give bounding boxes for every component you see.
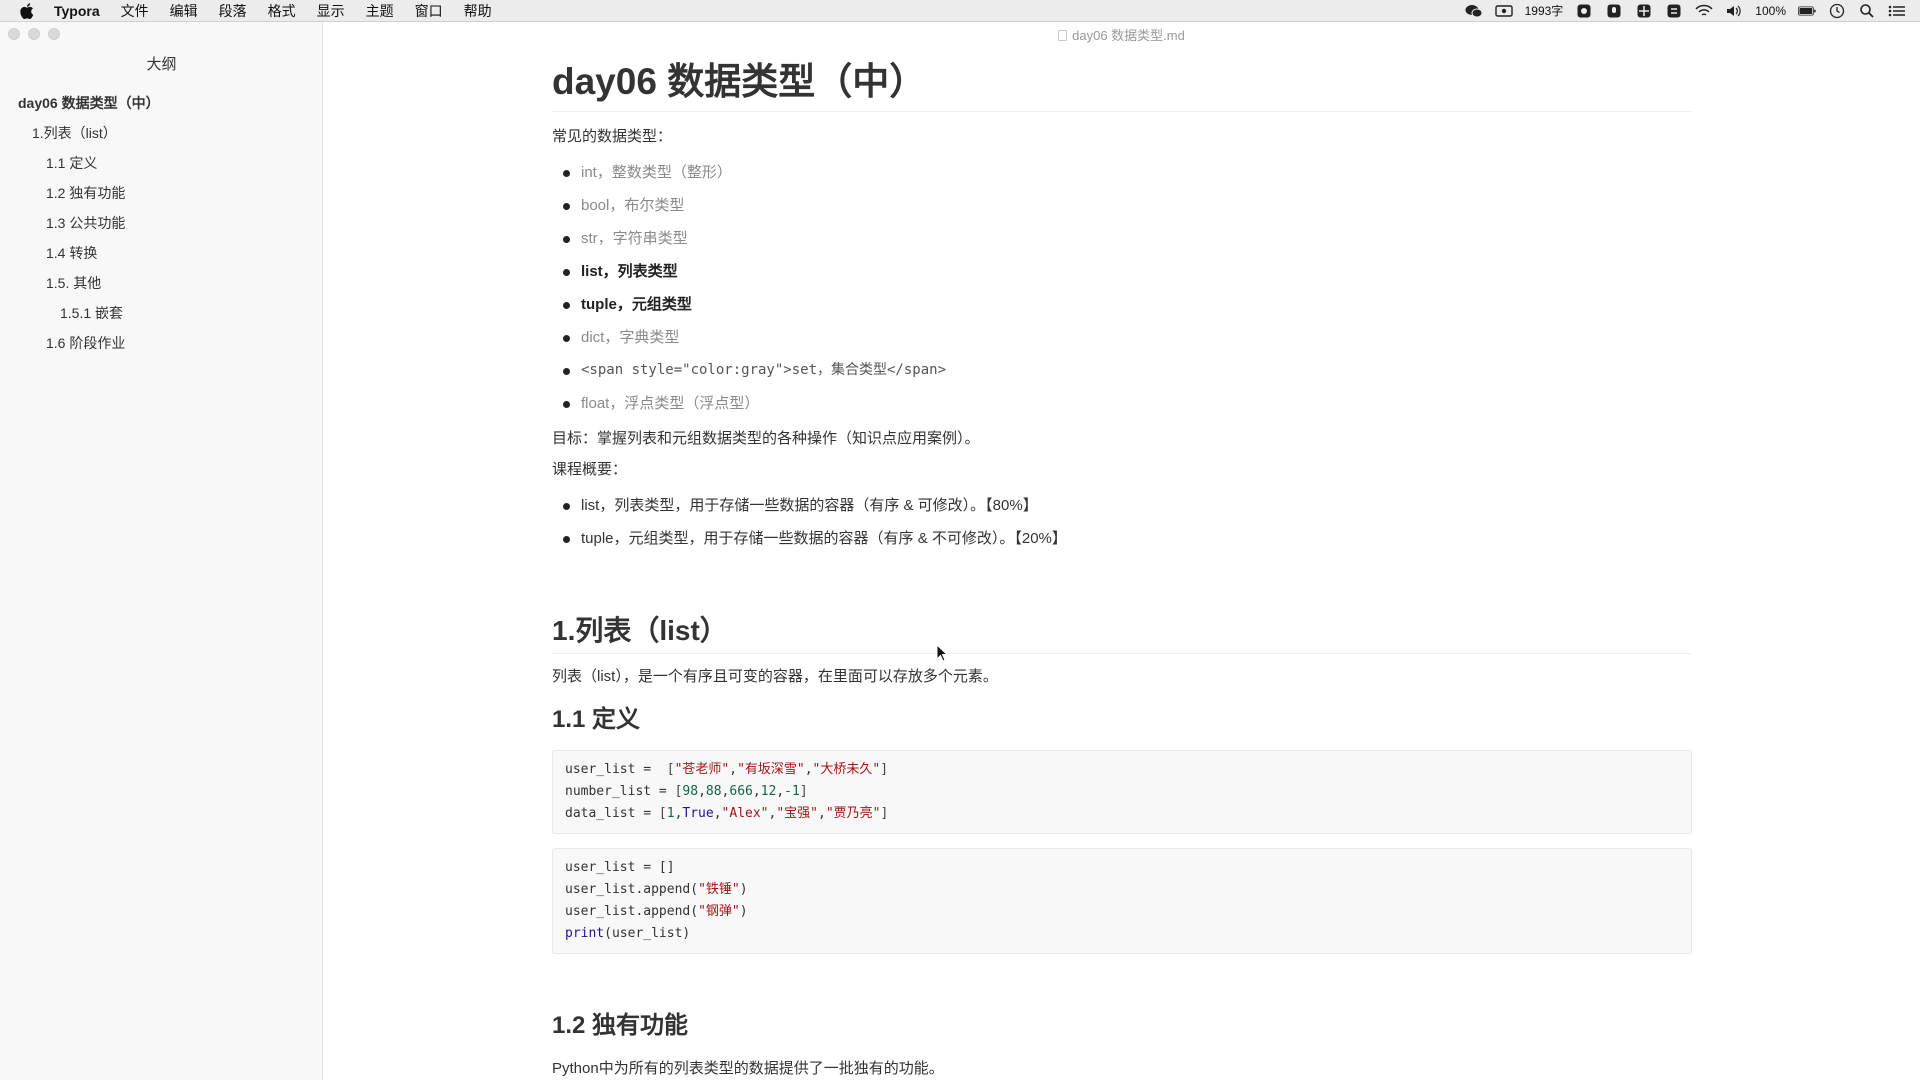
minimize-window-button[interactable] — [28, 28, 40, 40]
menu-edit[interactable]: 编辑 — [170, 1, 198, 21]
list-item[interactable]: list，列表类型 — [552, 255, 1692, 288]
outline-item-nesting[interactable]: 1.5.1 嵌套 — [0, 298, 323, 328]
outline-list: day06 数据类型（中） 1.列表（list） 1.1 定义 1.2 独有功能… — [0, 88, 323, 358]
subsection-heading-unique-functions[interactable]: 1.2 独有功能 — [552, 1006, 1692, 1046]
overview-list: list，列表类型，用于存储一些数据的容器（有序 & 可修改）。【80%】 tu… — [552, 489, 1692, 555]
outline-item-common-functions[interactable]: 1.3 公共功能 — [0, 208, 323, 238]
list-item[interactable]: list，列表类型，用于存储一些数据的容器（有序 & 可修改）。【80%】 — [552, 489, 1692, 522]
wechat-icon[interactable] — [1465, 4, 1483, 18]
close-window-button[interactable] — [8, 28, 20, 40]
document-icon — [1058, 30, 1068, 41]
intro-text[interactable]: 常见的数据类型： — [552, 124, 1692, 150]
volume-icon[interactable] — [1725, 4, 1743, 18]
list-item[interactable]: bool，布尔类型 — [552, 189, 1692, 222]
section-description[interactable]: 列表（list），是一个有序且可变的容器，在里面可以存放多个元素。 — [552, 664, 1692, 690]
list-item[interactable]: dict，字典类型 — [552, 321, 1692, 354]
clock-icon[interactable] — [1828, 3, 1846, 18]
outline-item-homework[interactable]: 1.6 阶段作业 — [0, 328, 323, 358]
code-line: user_list.append("钢弹") — [565, 904, 748, 919]
code-block[interactable]: user_list = [] user_list.append("铁锤")user… — [552, 848, 1692, 954]
app-tray-icon[interactable] — [1575, 4, 1593, 18]
menu-view[interactable]: 显示 — [317, 1, 345, 21]
outline-item-other[interactable]: 1.5. 其他 — [0, 268, 323, 298]
list-item[interactable]: float，浮点类型（浮点型） — [552, 387, 1692, 420]
types-list: int，整数类型（整形） bool，布尔类型 str，字符串类型 list，列表… — [552, 156, 1692, 420]
menu-window[interactable]: 窗口 — [415, 1, 443, 21]
microphone-icon[interactable] — [1605, 4, 1623, 18]
apple-menu-icon[interactable] — [18, 2, 36, 20]
wifi-icon[interactable] — [1695, 4, 1713, 18]
outline-item-unique-functions[interactable]: 1.2 独有功能 — [0, 178, 323, 208]
code-line: user_list = [] — [565, 860, 675, 875]
outline-item-title[interactable]: day06 数据类型（中） — [0, 88, 323, 118]
outline-item-definition[interactable]: 1.1 定义 — [0, 148, 323, 178]
menu-theme[interactable]: 主题 — [366, 1, 394, 21]
code-line: user_list = ["苍老师","有坂深雪","大桥未久"] — [565, 762, 889, 777]
outline-item-list[interactable]: 1.列表（list） — [0, 118, 323, 148]
mouse-pointer-icon — [936, 643, 949, 667]
word-count[interactable]: 1993字 — [1525, 2, 1564, 19]
sidebar-title: 大纲 — [146, 56, 177, 73]
status-tray: 1993字 100% — [1465, 2, 1920, 19]
menu-file[interactable]: 文件 — [121, 1, 149, 21]
menu-app-typora[interactable]: Typora — [54, 3, 100, 19]
code-line: number_list = [98,88,666,12,-1] — [565, 784, 808, 799]
code-line: user_list.append("铁锤") — [565, 882, 748, 897]
grid-icon[interactable] — [1635, 4, 1653, 18]
menu-bar: Typora 文件 编辑 段落 格式 显示 主题 窗口 帮助 1993字 100… — [0, 0, 1920, 22]
battery-percent: 100% — [1755, 3, 1786, 18]
code-line: data_list = [1,True,"Alex","宝强","贾乃亮"] — [565, 806, 889, 821]
window-title: day06 数据类型.md — [323, 25, 1920, 44]
goal-text[interactable]: 目标：掌握列表和元组数据类型的各种操作（知识点应用案例）。 — [552, 426, 1692, 452]
zoom-window-button[interactable] — [48, 28, 60, 40]
document-heading[interactable]: day06 数据类型（中） — [552, 55, 1692, 112]
window-title-text: day06 数据类型.md — [1072, 28, 1185, 43]
section-heading-list[interactable]: 1.列表（list） — [552, 609, 1692, 654]
menu-help[interactable]: 帮助 — [464, 1, 492, 21]
battery-icon[interactable] — [1798, 4, 1816, 18]
outline-sidebar: 大纲 day06 数据类型（中） 1.列表（list） 1.1 定义 1.2 独… — [0, 22, 323, 1080]
subsection-heading-definition[interactable]: 1.1 定义 — [552, 700, 1692, 740]
overview-label[interactable]: 课程概要： — [552, 457, 1692, 483]
code-block[interactable]: user_list = ["苍老师","有坂深雪","大桥未久"] number_… — [552, 750, 1692, 834]
list-item[interactable]: tuple，元组类型 — [552, 288, 1692, 321]
code-line: print(user_list) — [565, 926, 691, 941]
list-item[interactable]: str，字符串类型 — [552, 222, 1692, 255]
screen-record-icon[interactable] — [1494, 4, 1513, 18]
window-controls — [8, 28, 60, 40]
list-item[interactable]: int，整数类型（整形） — [552, 156, 1692, 189]
editor-content[interactable]: day06 数据类型（中） 常见的数据类型： int，整数类型（整形） bool… — [552, 55, 1692, 1080]
list-item[interactable]: <span style="color:gray">set，集合类型</span> — [552, 354, 1692, 387]
list-item[interactable]: tuple，元组类型，用于存储一些数据的容器（有序 & 不可修改）。【20%】 — [552, 522, 1692, 555]
subsection-description[interactable]: Python中为所有的列表类型的数据提供了一批独有的功能。 — [552, 1056, 1692, 1080]
spotlight-search-icon[interactable] — [1858, 3, 1876, 18]
outline-item-conversion[interactable]: 1.4 转换 — [0, 238, 323, 268]
sync-icon[interactable] — [1665, 4, 1683, 18]
menu-format[interactable]: 格式 — [268, 1, 296, 21]
notification-center-icon[interactable] — [1888, 4, 1906, 18]
menu-paragraph[interactable]: 段落 — [219, 1, 247, 21]
